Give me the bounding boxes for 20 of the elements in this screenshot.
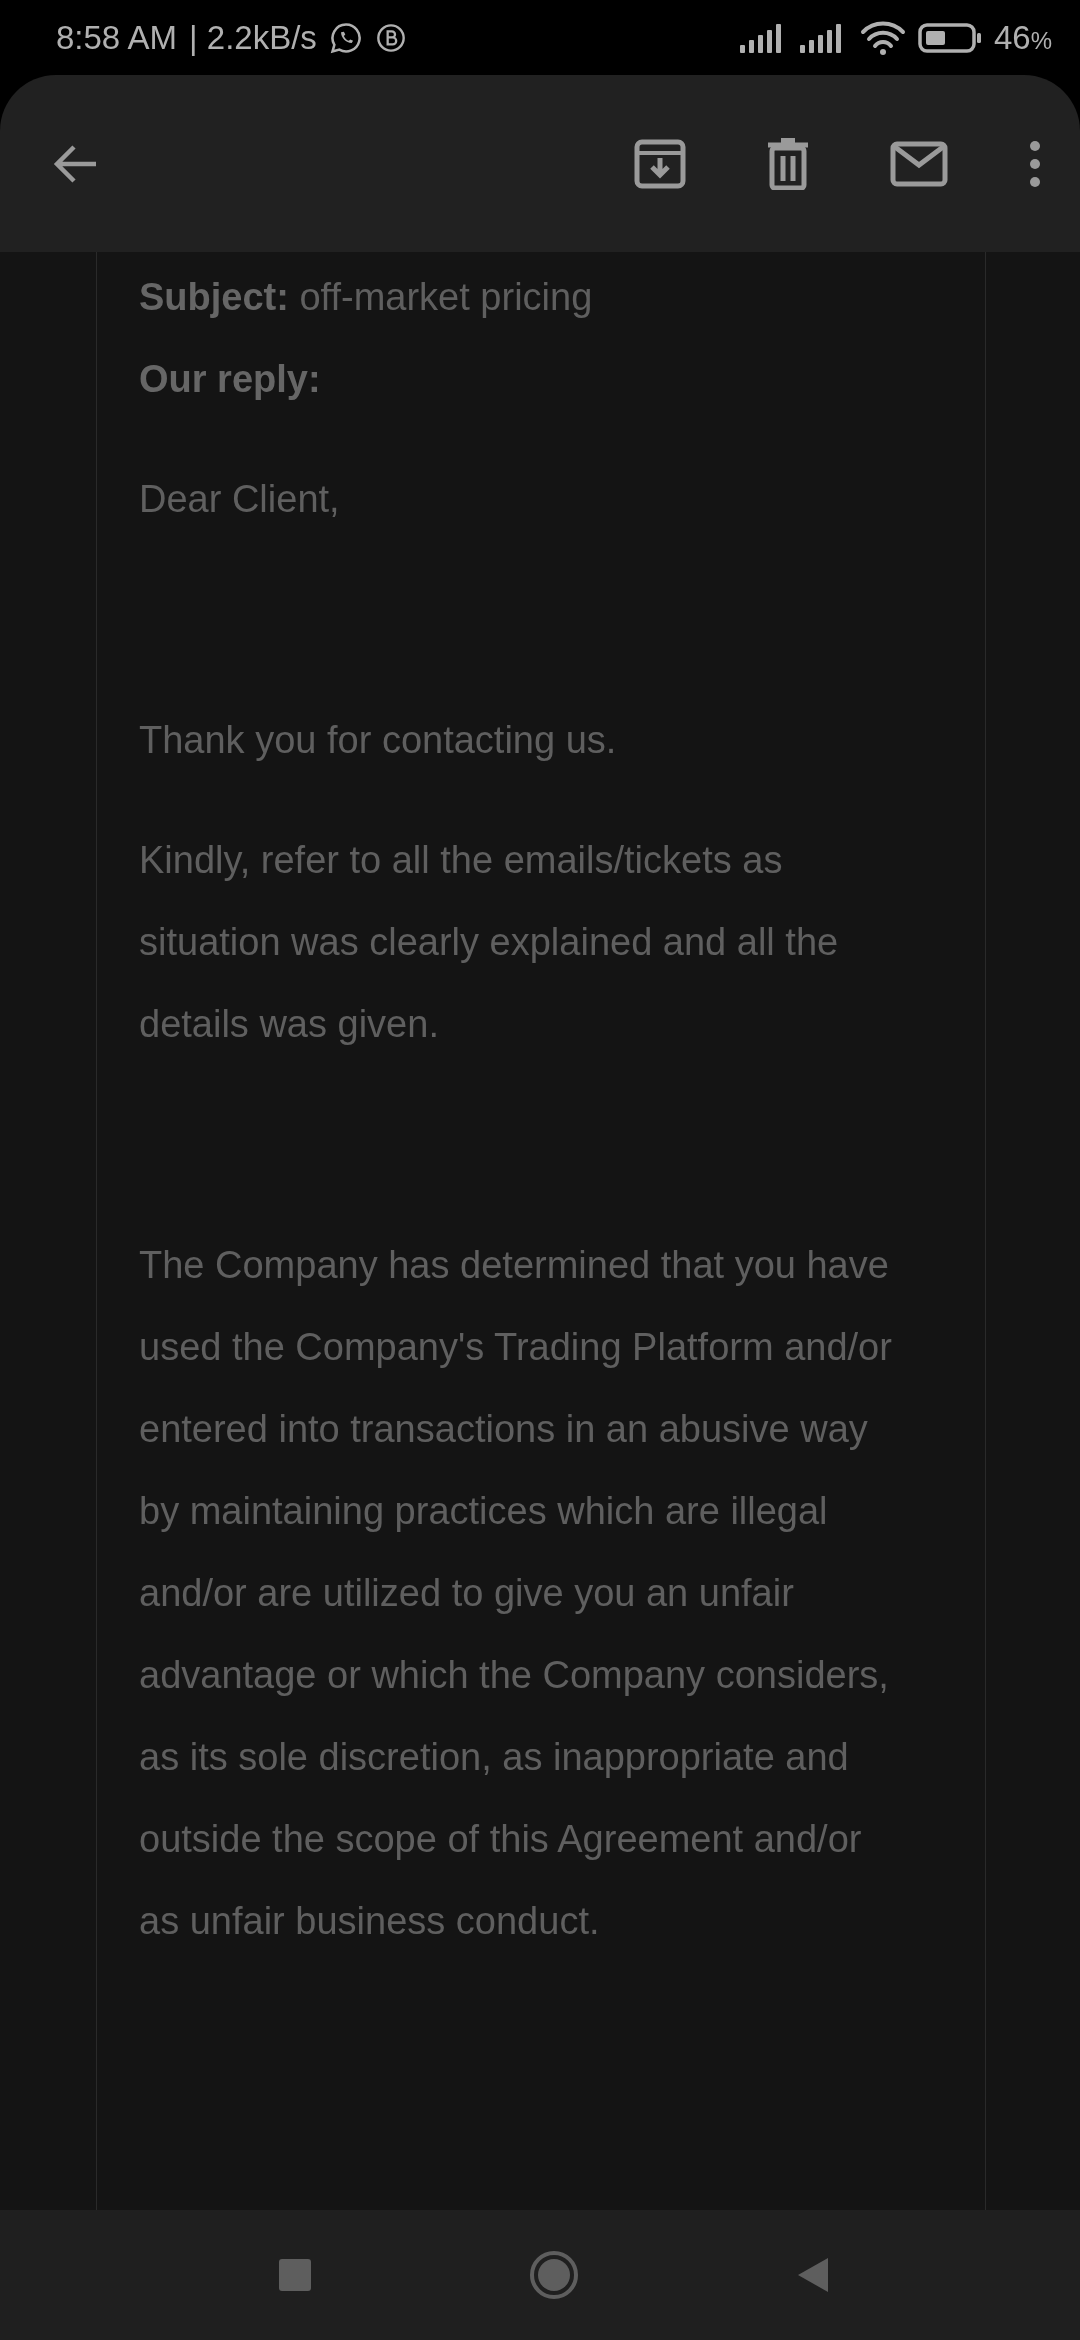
status-time: 8:58 AM	[56, 18, 178, 57]
wifi-icon	[859, 20, 906, 55]
more-options-icon[interactable]	[1028, 139, 1042, 188]
battery-icon	[917, 21, 982, 54]
mail-icon[interactable]	[890, 140, 948, 187]
b-circle-icon	[374, 21, 407, 54]
reply-label: Our reply:	[139, 357, 322, 402]
paragraph: The Company has determined that you have used the Company's Trading Platform and/or entered into transactions in an abusive way by maintaining practices which are illegal and/or are utilized to give you an unfair advantage or which the Company considers, as its sole discretion, as inappropriate and outside the scope of this Agreement and/or as unfair business conduct.	[139, 1243, 893, 1944]
chat-app-icon	[328, 20, 363, 55]
paragraph: Dear Client,	[139, 477, 341, 522]
back-triangle-icon[interactable]	[796, 2256, 830, 2294]
paragraph: Kindly, refer to all the emails/tickets as situation was clearly explained and all the details was given.	[139, 838, 840, 1047]
square-icon[interactable]	[278, 2258, 312, 2292]
home-circle-icon[interactable]	[529, 2250, 579, 2300]
archive-icon[interactable]	[634, 137, 686, 190]
paragraph: Thank you for contacting us.	[139, 718, 618, 763]
trash-icon[interactable]	[766, 137, 810, 190]
network-speed: | 2.2kB/s	[189, 18, 317, 57]
battery-percent: 46%	[993, 18, 1052, 57]
subject-line: Subject: off-market pricing	[139, 275, 594, 320]
